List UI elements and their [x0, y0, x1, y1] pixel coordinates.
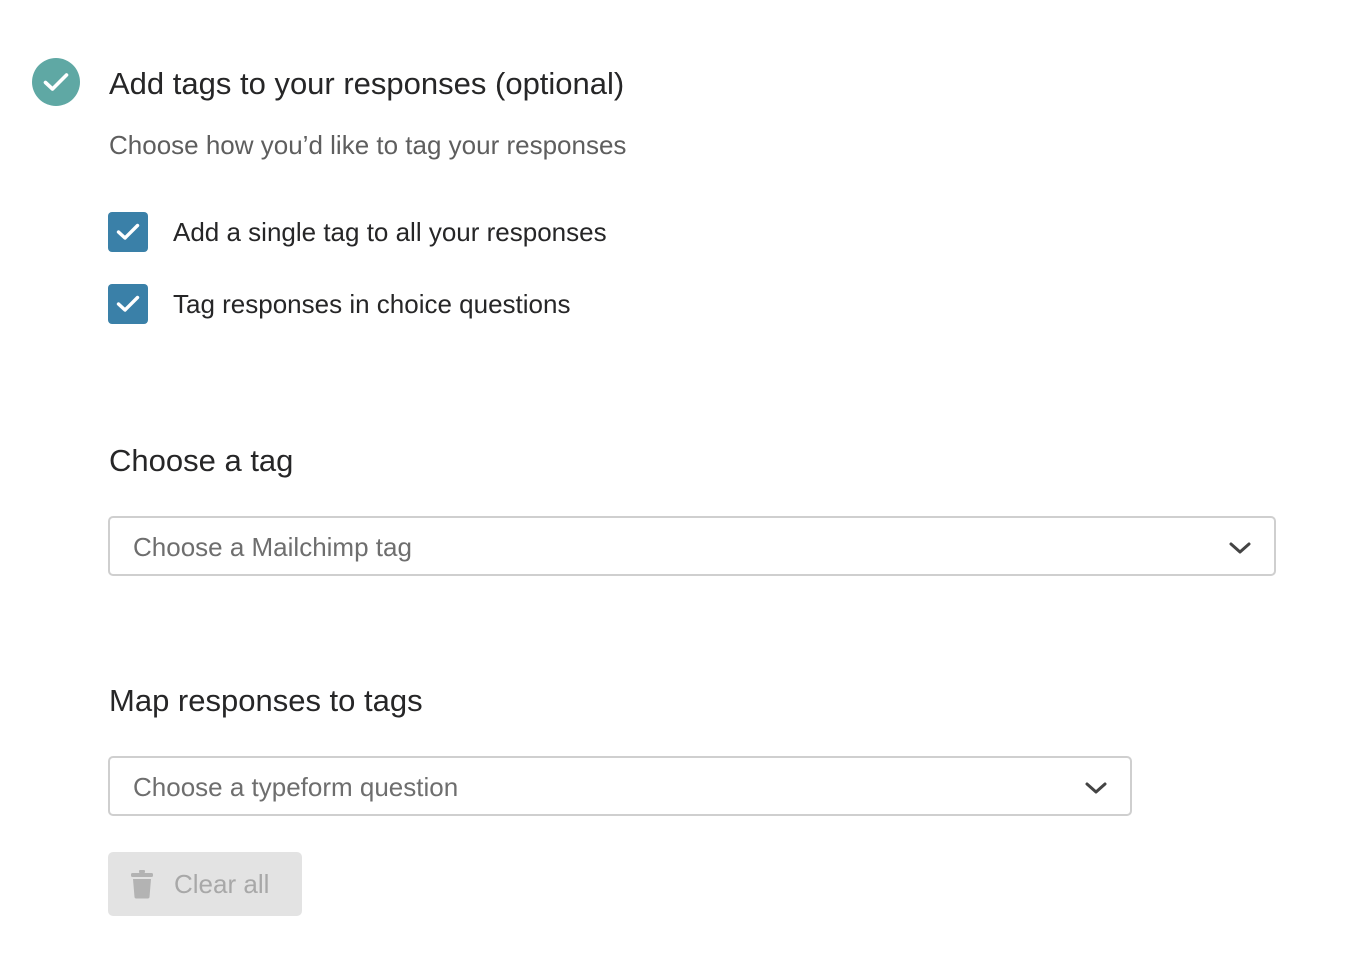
mailchimp-tag-placeholder: Choose a Mailchimp tag	[133, 532, 412, 562]
choice-questions-option[interactable]: Tag responses in choice questions	[108, 284, 570, 324]
choose-tag-title: Choose a tag	[109, 443, 294, 478]
checkmark-icon	[116, 223, 140, 240]
mailchimp-tag-select[interactable]: Choose a Mailchimp tag	[108, 516, 1276, 576]
chevron-down-icon	[1229, 542, 1251, 554]
choice-questions-label: Tag responses in choice questions	[173, 289, 571, 319]
single-tag-label: Add a single tag to all your responses	[173, 217, 607, 247]
choice-questions-checkbox[interactable]	[108, 284, 148, 324]
trash-icon	[131, 870, 153, 899]
clear-all-label: Clear all	[174, 869, 270, 899]
step-subtitle: Choose how you’d like to tag your respon…	[109, 130, 627, 160]
clear-all-button[interactable]: Clear all	[108, 852, 302, 916]
checkmark-icon	[116, 295, 140, 312]
chevron-down-icon	[1085, 782, 1107, 794]
step-title: Add tags to your responses (optional)	[109, 66, 625, 101]
single-tag-checkbox[interactable]	[108, 212, 148, 252]
check-circle-icon	[32, 58, 80, 106]
single-tag-option[interactable]: Add a single tag to all your responses	[108, 212, 607, 252]
typeform-question-placeholder: Choose a typeform question	[133, 772, 459, 802]
map-responses-title: Map responses to tags	[109, 683, 423, 718]
typeform-question-select[interactable]: Choose a typeform question	[108, 756, 1132, 816]
